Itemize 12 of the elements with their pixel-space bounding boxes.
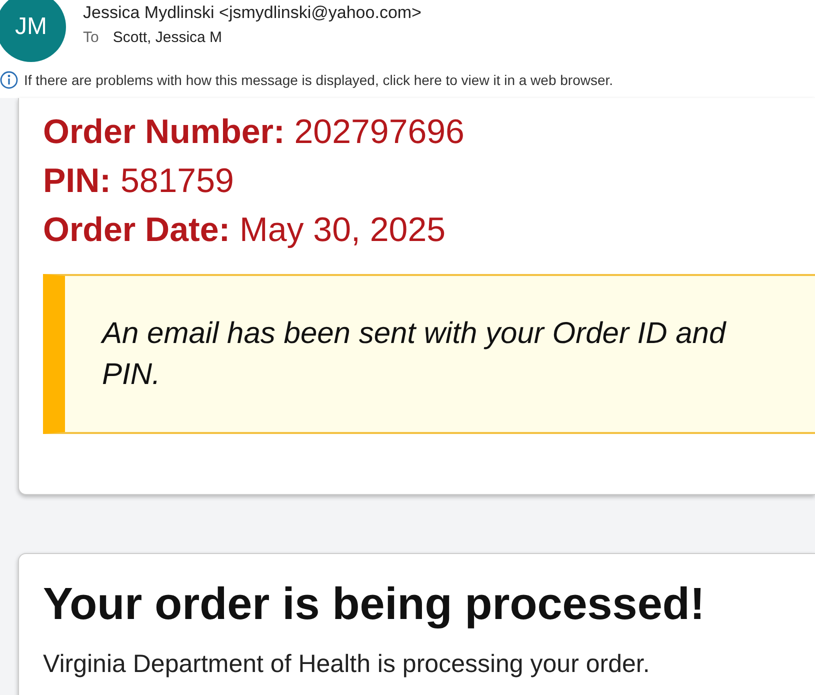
order-field: PIN: 581759: [43, 157, 815, 206]
notice-text: An email has been sent with your Order ID and PIN.: [102, 316, 728, 393]
status-heading: Your order is being processed!: [43, 577, 706, 631]
order-field: Order Number: 202797696: [43, 108, 815, 157]
order-field: Order Date: May 30, 2025: [43, 206, 815, 255]
recipient-name: Scott, Jessica M: [112, 29, 222, 46]
to-label: To: [83, 29, 99, 46]
info-message[interactable]: If there are problems with how this message is displayed, click here to view it in a web browser.: [24, 72, 614, 88]
sender-name: Jessica Mydlinski <jsmydlinski@yahoo.com>: [83, 3, 422, 23]
avatar: JM: [0, 0, 66, 62]
status-message: Virginia Department of Health is processing your order.: [43, 650, 651, 679]
info-icon: [0, 71, 18, 89]
